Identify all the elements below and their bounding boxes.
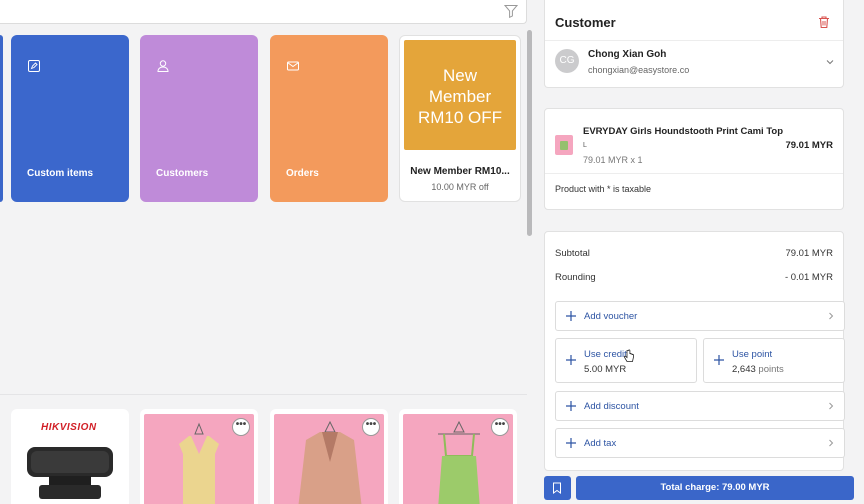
item-thumbnail [555, 135, 573, 155]
save-order-button[interactable] [544, 476, 571, 500]
plus-icon [566, 401, 576, 411]
vest-image [179, 422, 219, 504]
rounding-label: Rounding [555, 272, 596, 283]
promo-image-line: New [442, 66, 477, 85]
edit-square-icon [28, 60, 40, 72]
avatar: CG [555, 49, 579, 73]
product-card[interactable]: ••• [399, 409, 517, 504]
plus-icon [566, 355, 576, 365]
product-card[interactable]: ••• [270, 409, 388, 504]
customer-card: Customer CG Chong Xian Goh chongxian@eas… [544, 0, 844, 88]
custom-items-label: Custom items [27, 168, 94, 179]
customers-label: Customers [156, 168, 209, 179]
tax-note: Product with * is taxable [555, 184, 652, 194]
webcam-image [27, 447, 113, 499]
promo-tile[interactable]: New Member RM10 OFF New Member RM10... 1… [399, 35, 521, 202]
order-panel: Customer CG Chong Xian Goh chongxian@eas… [534, 0, 864, 504]
promo-image: New Member RM10 OFF [404, 40, 516, 150]
use-credit-label: Use credit [584, 349, 627, 360]
product-card[interactable]: ••• [140, 409, 258, 504]
point-value: 2,643 points [732, 364, 784, 375]
brand-logo: HIKVISION [41, 422, 97, 433]
tank-top-image [438, 420, 480, 504]
total-charge-button[interactable]: Total charge: 79.00 MYR [576, 476, 854, 500]
custom-items-tile[interactable]: Custom items [11, 35, 129, 202]
plus-icon [714, 355, 724, 365]
divider [545, 40, 843, 41]
promo-subtitle: 10.00 MYR off [431, 182, 489, 192]
add-discount-label: Add discount [584, 401, 639, 412]
item-name: EVRYDAY Girls Houndstooth Print Cami Top [583, 126, 784, 137]
subtotal-label: Subtotal [555, 248, 590, 259]
point-unit: points [758, 364, 784, 375]
customer-title: Customer [555, 15, 616, 30]
summary-card: Subtotal 79.01 MYR Rounding - 0.01 MYR A… [544, 231, 845, 471]
use-point-label: Use point [732, 349, 773, 360]
partial-tile[interactable] [0, 35, 3, 202]
item-price: 79.01 MYR [785, 140, 833, 151]
divider [545, 173, 843, 174]
subtotal-value: 79.01 MYR [785, 248, 833, 259]
customers-tile[interactable]: Customers [140, 35, 258, 202]
user-icon [157, 60, 169, 72]
more-options-icon[interactable]: ••• [491, 418, 509, 436]
plus-icon [566, 311, 576, 321]
plus-icon [566, 438, 576, 448]
checkout-bar: Total charge: 79.00 MYR [534, 472, 864, 504]
point-amount: 2,643 [732, 364, 756, 375]
trash-icon[interactable] [817, 15, 831, 29]
chevron-down-icon[interactable] [825, 57, 835, 67]
inbox-icon [287, 61, 299, 71]
promo-image-line: RM10 OFF [417, 108, 503, 127]
promo-image-line: Member [428, 87, 492, 106]
hand-cursor-icon [623, 349, 634, 362]
add-voucher-label: Add voucher [584, 311, 638, 322]
item-quantity: 79.01 MYR x 1 [583, 155, 643, 165]
more-options-icon[interactable]: ••• [362, 418, 380, 436]
catalog-area: Custom items Customers Orders New Member… [0, 0, 533, 504]
chevron-right-icon [829, 402, 834, 410]
chevron-right-icon [829, 439, 834, 447]
scrollbar[interactable] [527, 30, 532, 236]
jacket-image [298, 420, 362, 504]
use-point-button[interactable]: Use point 2,643 points [703, 338, 845, 383]
add-tax-label: Add tax [584, 438, 617, 449]
search-bar[interactable] [0, 0, 527, 24]
item-variant: L [583, 142, 587, 149]
add-voucher-button[interactable]: Add voucher [555, 301, 845, 331]
customer-name: Chong Xian Goh [588, 49, 667, 60]
more-options-icon[interactable]: ••• [232, 418, 250, 436]
subtotal-row: Subtotal 79.01 MYR [555, 248, 833, 259]
add-tax-button[interactable]: Add tax [555, 428, 845, 458]
chevron-right-icon [829, 312, 834, 320]
add-discount-button[interactable]: Add discount [555, 391, 845, 421]
orders-tile[interactable]: Orders [270, 35, 388, 202]
bookmark-icon [553, 482, 561, 494]
promo-name: New Member RM10... [410, 166, 510, 177]
section-divider [0, 394, 527, 395]
orders-label: Orders [286, 168, 319, 179]
rounding-row: Rounding - 0.01 MYR [555, 272, 833, 283]
rounding-value: - 0.01 MYR [784, 272, 833, 283]
filter-icon[interactable] [504, 4, 518, 18]
credit-value: 5.00 MYR [584, 364, 627, 375]
cart-item-card[interactable]: EVRYDAY Girls Houndstooth Print Cami Top… [544, 108, 844, 210]
customer-email: chongxian@easystore.co [588, 65, 690, 75]
product-card[interactable]: HIKVISION [11, 409, 129, 504]
